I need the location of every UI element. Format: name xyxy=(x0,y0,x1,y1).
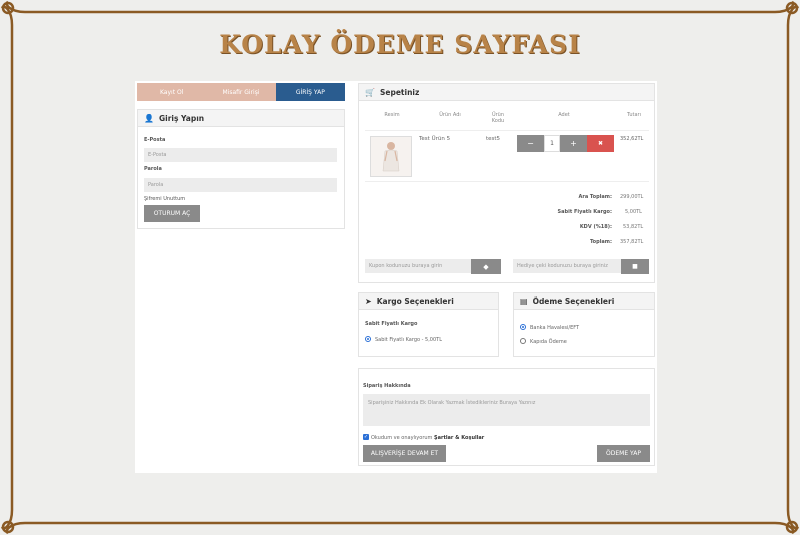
user-icon: 👤 xyxy=(144,113,154,123)
cart-icon: 🛒 xyxy=(365,87,375,97)
payment-option-bank-label[interactable]: Banka Havalesi/EFT xyxy=(530,325,579,331)
terms-link[interactable]: Şartlar & Koşullar xyxy=(434,435,484,441)
shipping-option-radio[interactable] xyxy=(365,336,371,342)
paper-plane-icon: ➤ xyxy=(365,296,372,306)
apply-gift-card-button[interactable]: ■ xyxy=(621,259,649,274)
gift-icon: ■ xyxy=(632,263,638,270)
tax-value: 53,82TL xyxy=(623,224,644,230)
shipping-fee-value: 5,00TL xyxy=(625,209,642,215)
continue-shopping-button[interactable]: ALIŞVERİŞE DEVAM ET xyxy=(363,445,446,462)
cart-item-divider xyxy=(365,181,649,182)
header-total: Tutarı xyxy=(627,112,641,118)
header-image: Resim xyxy=(384,112,400,118)
item-total: 352,62TL xyxy=(620,136,644,142)
total-label: Toplam: xyxy=(589,239,612,245)
page-title: KOLAY ÖDEME SAYFASI xyxy=(219,30,581,59)
pay-button[interactable]: ÖDEME YAP xyxy=(597,445,650,462)
login-button[interactable]: OTURUM AÇ xyxy=(144,205,200,222)
login-title: Giriş Yapın xyxy=(158,113,205,123)
total-value: 357,82TL xyxy=(620,239,644,245)
gift-card-input[interactable]: Hediye çeki kodunuzu buraya giriniz xyxy=(513,259,621,273)
header-name: Ürün Adı xyxy=(439,112,461,118)
tab-login[interactable]: GİRİŞ YAP xyxy=(275,83,345,101)
shipping-panel: ➤ Kargo Seçenekleri Sabit Fiyatlı Kargo … xyxy=(358,292,499,357)
forgot-password-link[interactable]: Şifremi Unuttum xyxy=(144,196,185,202)
qty-increase-button[interactable]: + xyxy=(560,135,587,152)
product-name[interactable]: Test Ürün 5 xyxy=(419,136,450,142)
shipping-panel-header: ➤ Kargo Seçenekleri xyxy=(359,293,498,310)
shipping-subtitle: Sabit Fiyatlı Kargo xyxy=(365,321,418,327)
order-panel: Sipariş Hakkında Siparişiniz Hakkında Ek… xyxy=(358,368,655,466)
header-qty: Adet xyxy=(558,112,570,118)
header-code: Ürün Kodu xyxy=(491,112,505,124)
remove-icon: ✖ xyxy=(597,140,604,147)
product-code: test5 xyxy=(486,136,501,142)
terms-label: Okudum ve onaylıyorum Şartlar & Koşullar xyxy=(371,435,484,441)
cart-header-divider xyxy=(365,130,649,131)
subtotal-value: 299,00TL xyxy=(620,194,644,200)
cart-panel-header: 🛒 Sepetiniz xyxy=(359,84,654,101)
tab-signup[interactable]: Kayıt Ol xyxy=(137,83,207,101)
password-field[interactable]: Parola xyxy=(144,178,337,192)
cart-title: Sepetiniz xyxy=(379,87,420,97)
login-panel-header: 👤 Giriş Yapın xyxy=(138,110,344,127)
payment-option-bank-radio[interactable] xyxy=(520,324,526,330)
product-image[interactable] xyxy=(370,136,412,177)
shipping-option-label[interactable]: Sabit Fiyatlı Kargo - 5,00TL xyxy=(375,337,442,343)
shipping-fee-label: Sabit Fiyatlı Kargo: xyxy=(557,209,612,215)
terms-checkbox[interactable]: ✓ xyxy=(363,434,369,440)
email-label: E-Posta xyxy=(144,137,166,143)
qty-field[interactable]: 1 xyxy=(544,135,560,152)
payment-option-cod-label[interactable]: Kapıda Ödeme xyxy=(530,339,567,345)
password-label: Parola xyxy=(144,166,162,172)
payment-title: Ödeme Seçenekleri xyxy=(532,296,615,306)
qty-decrease-button[interactable]: − xyxy=(517,135,544,152)
payment-option-cod-radio[interactable] xyxy=(520,338,526,344)
coupon-input[interactable]: Kupon kodunuzu buraya girin xyxy=(365,259,471,273)
payment-panel: ▤ Ödeme Seçenekleri Banka Havalesi/EFT K… xyxy=(513,292,655,357)
login-panel: 👤 Giriş Yapın E-Posta E-Posta Parola Par… xyxy=(137,109,345,229)
order-notes-title: Sipariş Hakkında xyxy=(363,383,411,389)
cart-panel: 🛒 Sepetiniz Resim Ürün Adı Ürün Kodu Ade… xyxy=(358,83,655,283)
terms-prefix: Okudum ve onaylıyorum xyxy=(371,435,433,441)
payment-panel-header: ▤ Ödeme Seçenekleri xyxy=(514,293,654,310)
shipping-title: Kargo Seçenekleri xyxy=(376,296,454,306)
remove-item-button[interactable]: ✖ xyxy=(587,135,614,152)
tax-label: KDV (%18): xyxy=(579,224,612,230)
subtotal-label: Ara Toplam: xyxy=(578,194,612,200)
tab-guest[interactable]: Misafir Girişi xyxy=(206,83,276,101)
credit-card-icon: ▤ xyxy=(520,296,528,306)
account-tabs: Kayıt Ol Misafir Girişi GİRİŞ YAP xyxy=(137,83,345,101)
tag-icon: ◆ xyxy=(483,262,489,271)
email-field[interactable]: E-Posta xyxy=(144,148,337,162)
apply-coupon-button[interactable]: ◆ xyxy=(471,259,501,274)
order-notes-textarea[interactable]: Siparişiniz Hakkında Ek Olarak Yazmak İs… xyxy=(363,394,650,426)
